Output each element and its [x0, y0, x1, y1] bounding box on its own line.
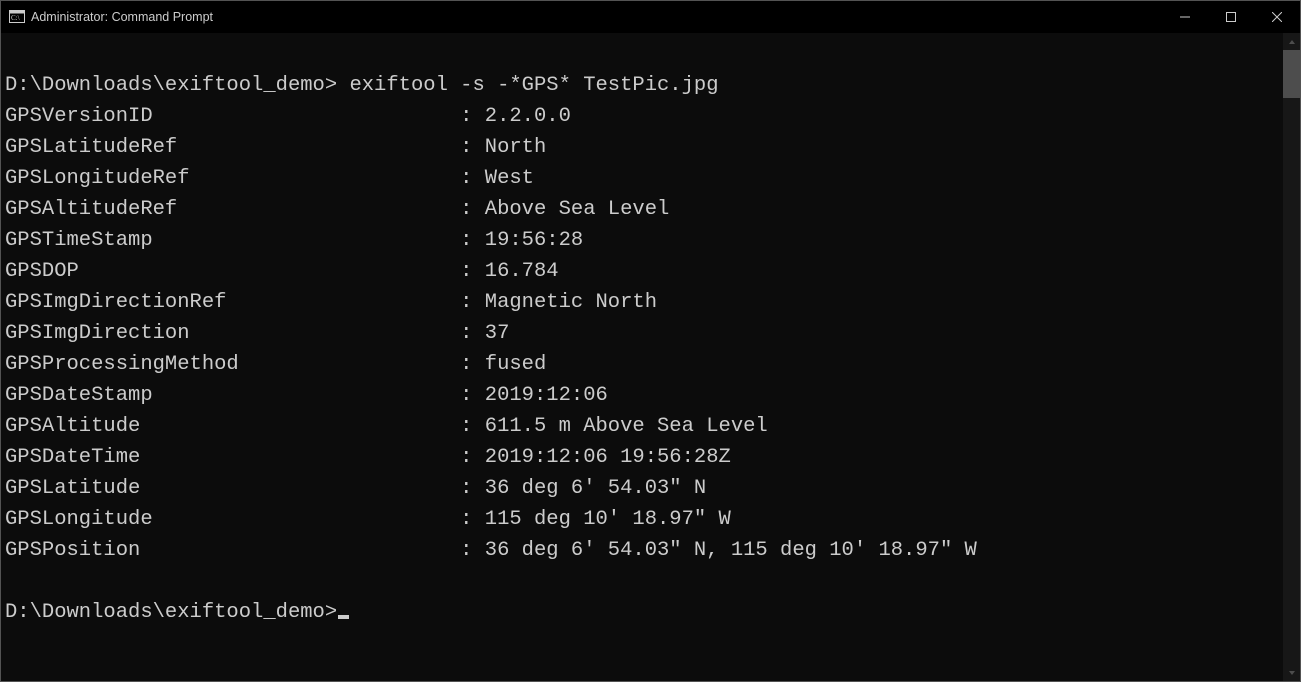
output-key: GPSPosition: [5, 535, 460, 566]
output-key: GPSTimeStamp: [5, 225, 460, 256]
output-row: GPSLongitudeRef: West: [5, 163, 1281, 194]
text-cursor: [338, 615, 349, 619]
output-value: 115 deg 10' 18.97" W: [485, 504, 731, 535]
vertical-scrollbar[interactable]: [1283, 33, 1300, 681]
output-separator: :: [460, 411, 485, 442]
output-separator: :: [460, 380, 485, 411]
output-separator: :: [460, 473, 485, 504]
output-separator: :: [460, 287, 485, 318]
output-row: GPSTimeStamp: 19:56:28: [5, 225, 1281, 256]
output-separator: :: [460, 132, 485, 163]
output-row: GPSLatitude: 36 deg 6' 54.03" N: [5, 473, 1281, 504]
output-value: 37: [485, 318, 510, 349]
prompt-line: D:\Downloads\exiftool_demo>: [5, 597, 1281, 628]
minimize-button[interactable]: [1162, 1, 1208, 33]
output-row: GPSLatitudeRef: North: [5, 132, 1281, 163]
output-row: GPSProcessingMethod: fused: [5, 349, 1281, 380]
output-row: GPSDateTime: 2019:12:06 19:56:28Z: [5, 442, 1281, 473]
close-button[interactable]: [1254, 1, 1300, 33]
scroll-up-button[interactable]: [1283, 33, 1300, 50]
output-key: GPSImgDirection: [5, 318, 460, 349]
output-separator: :: [460, 349, 485, 380]
output-value: 16.784: [485, 256, 559, 287]
output-row: GPSDateStamp: 2019:12:06: [5, 380, 1281, 411]
output-value: West: [485, 163, 534, 194]
output-value: Above Sea Level: [485, 194, 670, 225]
output-row: GPSDOP: 16.784: [5, 256, 1281, 287]
output-row: GPSAltitudeRef: Above Sea Level: [5, 194, 1281, 225]
blank-line: [5, 39, 1281, 70]
output-separator: :: [460, 194, 485, 225]
output-row: GPSImgDirection: 37: [5, 318, 1281, 349]
output-key: GPSLongitude: [5, 504, 460, 535]
output-row: GPSVersionID: 2.2.0.0: [5, 101, 1281, 132]
output-row: GPSAltitude: 611.5 m Above Sea Level: [5, 411, 1281, 442]
output-value: fused: [485, 349, 547, 380]
output-key: GPSImgDirectionRef: [5, 287, 460, 318]
output-separator: :: [460, 442, 485, 473]
prompt-line: D:\Downloads\exiftool_demo> exiftool -s …: [5, 70, 1281, 101]
output-row: GPSImgDirectionRef: Magnetic North: [5, 287, 1281, 318]
scroll-down-button[interactable]: [1283, 664, 1300, 681]
output-value: 36 deg 6' 54.03" N, 115 deg 10' 18.97" W: [485, 535, 977, 566]
output-key: GPSLatitudeRef: [5, 132, 460, 163]
output-row: GPSPosition: 36 deg 6' 54.03" N, 115 deg…: [5, 535, 1281, 566]
output-separator: :: [460, 225, 485, 256]
maximize-button[interactable]: [1208, 1, 1254, 33]
blank-line: [5, 566, 1281, 597]
output-key: GPSProcessingMethod: [5, 349, 460, 380]
scroll-thumb[interactable]: [1283, 50, 1300, 98]
output-separator: :: [460, 535, 485, 566]
titlebar[interactable]: C:\ Administrator: Command Prompt: [1, 1, 1300, 33]
output-separator: :: [460, 256, 485, 287]
cmd-icon: C:\: [9, 9, 25, 25]
output-key: GPSAltitudeRef: [5, 194, 460, 225]
output-key: GPSLatitude: [5, 473, 460, 504]
prompt-path: D:\Downloads\exiftool_demo>: [5, 74, 337, 97]
output-value: 36 deg 6' 54.03" N: [485, 473, 706, 504]
output-value: 19:56:28: [485, 225, 583, 256]
output-value: 2.2.0.0: [485, 101, 571, 132]
svg-text:C:\: C:\: [11, 14, 20, 22]
output-separator: :: [460, 163, 485, 194]
output-key: GPSDateTime: [5, 442, 460, 473]
prompt-path: D:\Downloads\exiftool_demo>: [5, 601, 337, 624]
output-key: GPSVersionID: [5, 101, 460, 132]
output-key: GPSDateStamp: [5, 380, 460, 411]
output-value: Magnetic North: [485, 287, 657, 318]
output-key: GPSDOP: [5, 256, 460, 287]
output-value: North: [485, 132, 547, 163]
command-prompt-window: C:\ Administrator: Command Prompt D:\Dow…: [0, 0, 1301, 682]
client-area: D:\Downloads\exiftool_demo> exiftool -s …: [1, 33, 1300, 681]
output-row: GPSLongitude: 115 deg 10' 18.97" W: [5, 504, 1281, 535]
prompt-command: exiftool -s -*GPS* TestPic.jpg: [337, 74, 718, 97]
output-value: 2019:12:06: [485, 380, 608, 411]
output-value: 611.5 m Above Sea Level: [485, 411, 768, 442]
output-separator: :: [460, 101, 485, 132]
window-title: Administrator: Command Prompt: [31, 10, 213, 24]
output-value: 2019:12:06 19:56:28Z: [485, 442, 731, 473]
output-key: GPSAltitude: [5, 411, 460, 442]
output-key: GPSLongitudeRef: [5, 163, 460, 194]
output-separator: :: [460, 318, 485, 349]
output-separator: :: [460, 504, 485, 535]
terminal-output[interactable]: D:\Downloads\exiftool_demo> exiftool -s …: [1, 33, 1283, 681]
